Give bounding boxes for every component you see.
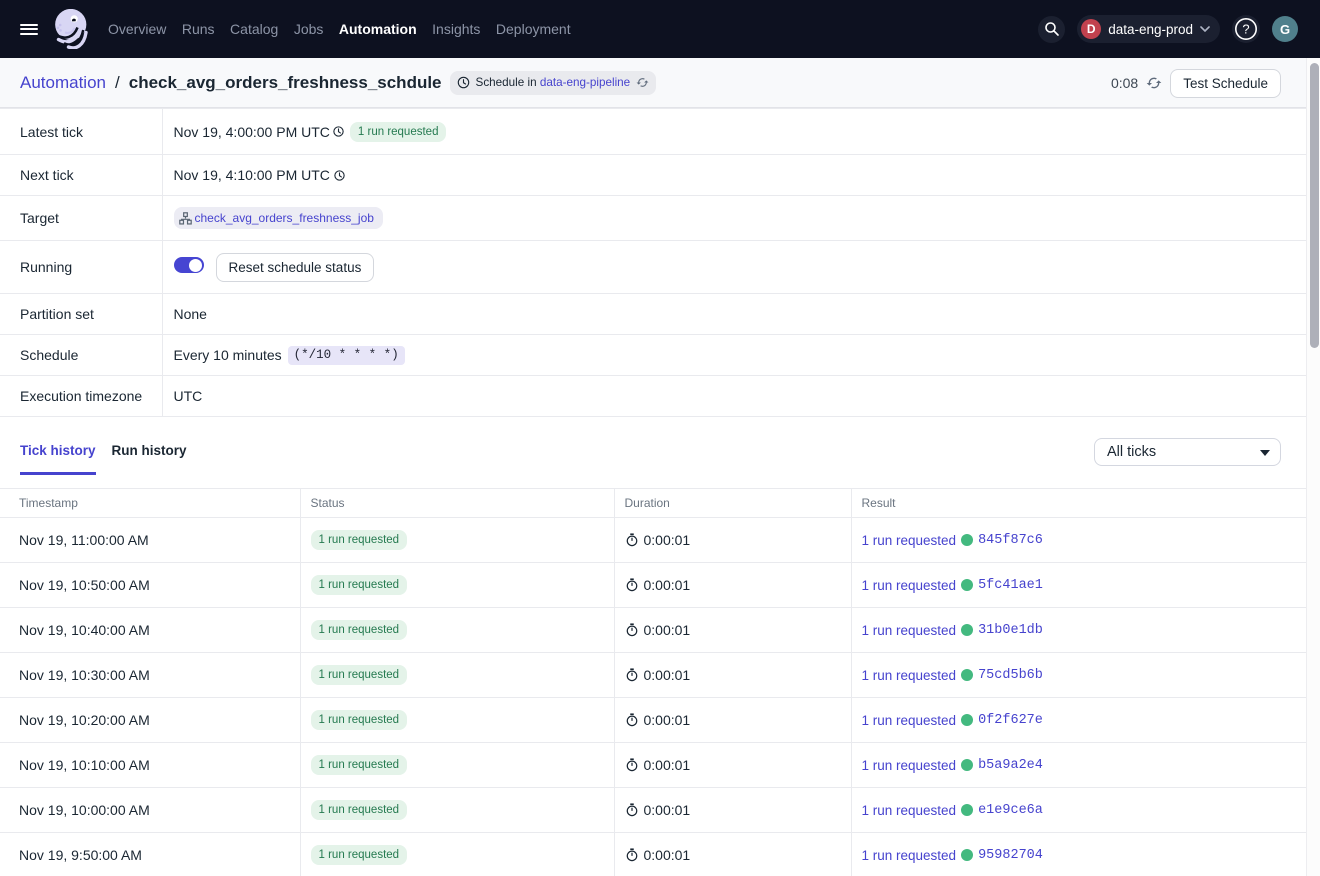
svg-text:?: ? [1242, 22, 1249, 37]
